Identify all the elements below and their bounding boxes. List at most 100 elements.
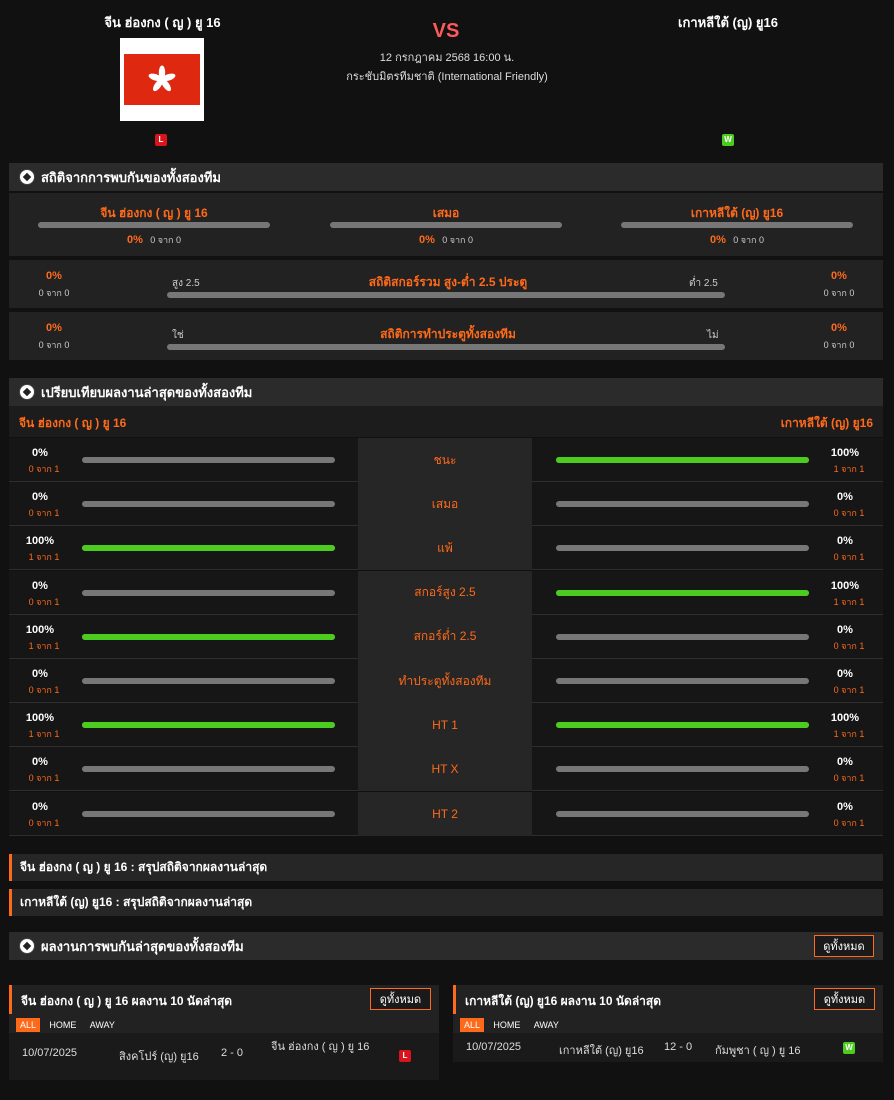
compare-row: 0% 0 จาก 1 HT 2 0% 0 จาก 1: [9, 791, 883, 836]
tab-all[interactable]: ALL: [16, 1018, 41, 1032]
match-team1[interactable]: สิงคโปร์ (ญ) ยู16: [119, 1047, 199, 1065]
home-last10-view-all-button[interactable]: ดูทั้งหมด: [370, 988, 431, 1010]
match-result-badge: W: [843, 1042, 855, 1054]
away-of: 0 จาก 1: [833, 817, 865, 828]
tab-home[interactable]: HOME: [45, 1018, 80, 1032]
away-of: 0 จาก 1: [833, 552, 865, 563]
home-pct: 0%: [32, 668, 48, 680]
recent-h2h-view-all-button[interactable]: ดูทั้งหมด: [814, 935, 874, 957]
away-bar: [556, 457, 809, 463]
compare-title: เปรียบเทียบผลงานล่าสุดของทั้งสองทีม: [41, 384, 253, 400]
home-bar: [82, 722, 335, 729]
away-pct: 100%: [830, 579, 860, 592]
h2h-draw-pct: 0%: [418, 234, 435, 246]
match-score: 2 - 0: [221, 1047, 244, 1059]
away-bar: [556, 678, 809, 684]
btts-no-pct: 0%: [831, 322, 847, 334]
home-bar-fill: [82, 633, 335, 640]
stat-label: HT X: [358, 747, 532, 792]
h2h-away-of: 0 จาก 0: [733, 235, 765, 245]
home-bar: [82, 545, 335, 552]
match-datetime: 12 กรกฎาคม 2568 16:00 น.: [379, 52, 515, 64]
away-of: 0 จาก 1: [833, 773, 865, 784]
away-of: 1 จาก 1: [833, 464, 865, 474]
competition-name[interactable]: กระชับมิตรทีมชาติ (International Friendl…: [300, 67, 594, 85]
btts-yes-pct: 0%: [46, 322, 62, 334]
compare-home-team[interactable]: จีน ฮ่องกง ( ญ ) ยู 16: [19, 414, 126, 433]
home-bar: [82, 633, 335, 640]
away-bar: [556, 810, 809, 817]
home-pct: 0%: [32, 800, 48, 813]
match-team1[interactable]: เกาหลีใต้ (ญ) ยู16: [559, 1041, 644, 1059]
home-of: 1 จาก 1: [28, 552, 60, 563]
match-team2[interactable]: กัมพูชา ( ญ ) ยู 16: [715, 1041, 800, 1059]
away-of: 0 จาก 1: [833, 508, 865, 519]
h2h-title: สถิติจากการพบกันของทั้งสองทีม: [41, 169, 221, 185]
h2h-home-pct: 0%: [126, 234, 143, 246]
match-date: 10/07/2025: [22, 1047, 78, 1059]
away-last10-tabs: ALL HOME AWAY: [460, 1017, 565, 1032]
away-pct: 0%: [837, 800, 853, 813]
under-of: 0 จาก 0: [823, 288, 855, 298]
btts-bar: [167, 344, 725, 350]
compare-row: 100% 1 จาก 1 แพ้ 0% 0 จาก 1: [9, 526, 883, 571]
home-bar: [82, 810, 335, 817]
h2h-home-of: 0 จาก 0: [150, 235, 182, 245]
btts-title: สถิติการทำประตูทั้งสองทีม: [380, 327, 516, 341]
away-pct: 0%: [837, 535, 853, 548]
compare-row: 0% 0 จาก 1 สกอร์สูง 2.5 100% 1 จาก 1: [9, 570, 883, 615]
stat-label: สกอร์สูง 2.5: [358, 570, 532, 615]
home-pct: 100%: [25, 623, 55, 636]
under-pct: 0%: [831, 270, 847, 282]
away-last10-match-row[interactable]: 10/07/2025 เกาหลีใต้ (ญ) ยู16 12 - 0 กัม…: [453, 1033, 883, 1062]
h2h-away-pct: 0%: [709, 234, 726, 246]
home-pct: 100%: [25, 535, 55, 548]
vs-label: VS: [432, 20, 460, 42]
soccer-ball-icon: [19, 384, 35, 400]
over-of: 0 จาก 0: [38, 288, 70, 298]
under-label: ต่ำ 2.5: [689, 278, 718, 289]
away-bar: [556, 589, 809, 596]
home-bar: [82, 678, 335, 684]
home-bar-fill: [82, 545, 335, 552]
h2h-draw-value: 0% 0 จาก 0: [330, 232, 562, 247]
away-bar: [556, 722, 809, 729]
away-summary-bar[interactable]: เกาหลีใต้ (ญ) ยู16 : สรุปสถิติจากผลงานล่…: [9, 889, 883, 916]
tab-away[interactable]: AWAY: [86, 1018, 119, 1032]
match-date: 10/07/2025: [466, 1041, 522, 1053]
tab-all[interactable]: ALL: [460, 1018, 485, 1032]
hong-kong-flag-icon: [124, 54, 200, 105]
home-of: 1 จาก 1: [28, 729, 60, 740]
over-under-bar: [167, 292, 725, 298]
home-last10-tabs: ALL HOME AWAY: [16, 1017, 121, 1032]
tab-home[interactable]: HOME: [489, 1018, 524, 1032]
match-team2[interactable]: จีน ฮ่องกง ( ญ ) ยู 16: [271, 1039, 371, 1056]
away-team-name[interactable]: เกาหลีใต้ (ญ) ยู16: [628, 12, 828, 33]
away-pct: 0%: [837, 756, 853, 769]
home-last10-title: จีน ฮ่องกง ( ญ ) ยู 16 ผลงาน 10 นัดล่าสุ…: [21, 994, 233, 1008]
away-last10-view-all-button[interactable]: ดูทั้งหมด: [814, 988, 875, 1010]
match-score: 12 - 0: [664, 1041, 693, 1053]
away-pct: 0%: [837, 623, 853, 636]
away-bar-fill: [556, 589, 809, 596]
h2h-away-bar: [621, 222, 853, 228]
over-pct: 0%: [46, 270, 62, 282]
h2h-draw-label: เสมอ: [432, 206, 460, 220]
away-bar-fill: [556, 722, 809, 729]
home-bar: [82, 501, 335, 508]
home-team-flag[interactable]: [120, 38, 204, 121]
btts-no-label: ไม่: [707, 330, 719, 341]
match-result-badge: L: [399, 1050, 411, 1062]
compare-away-team[interactable]: เกาหลีใต้ (ญ) ยู16: [781, 414, 873, 433]
home-summary-bar[interactable]: จีน ฮ่องกง ( ญ ) ยู 16 : สรุปสถิติจากผลง…: [9, 854, 883, 881]
tab-away[interactable]: AWAY: [530, 1018, 563, 1032]
home-team-name[interactable]: จีน ฮ่องกง ( ญ ) ยู 16: [60, 12, 265, 33]
home-last10-match-row[interactable]: 10/07/2025 สิงคโปร์ (ญ) ยู16 2 - 0 จีน ฮ…: [9, 1033, 439, 1080]
home-of: 0 จาก 1: [28, 773, 60, 784]
home-last10-panel: จีน ฮ่องกง ( ญ ) ยู 16 ผลงาน 10 นัดล่าสุ…: [9, 985, 439, 1080]
away-last10-title: เกาหลีใต้ (ญ) ยู16 ผลงาน 10 นัดล่าสุด: [465, 994, 662, 1008]
away-bar: [556, 633, 809, 640]
home-of: 0 จาก 1: [28, 464, 60, 474]
home-pct: 0%: [32, 491, 48, 504]
recent-h2h-title: ผลงานการพบกันล่าสุดของทั้งสองทีม: [41, 938, 244, 954]
